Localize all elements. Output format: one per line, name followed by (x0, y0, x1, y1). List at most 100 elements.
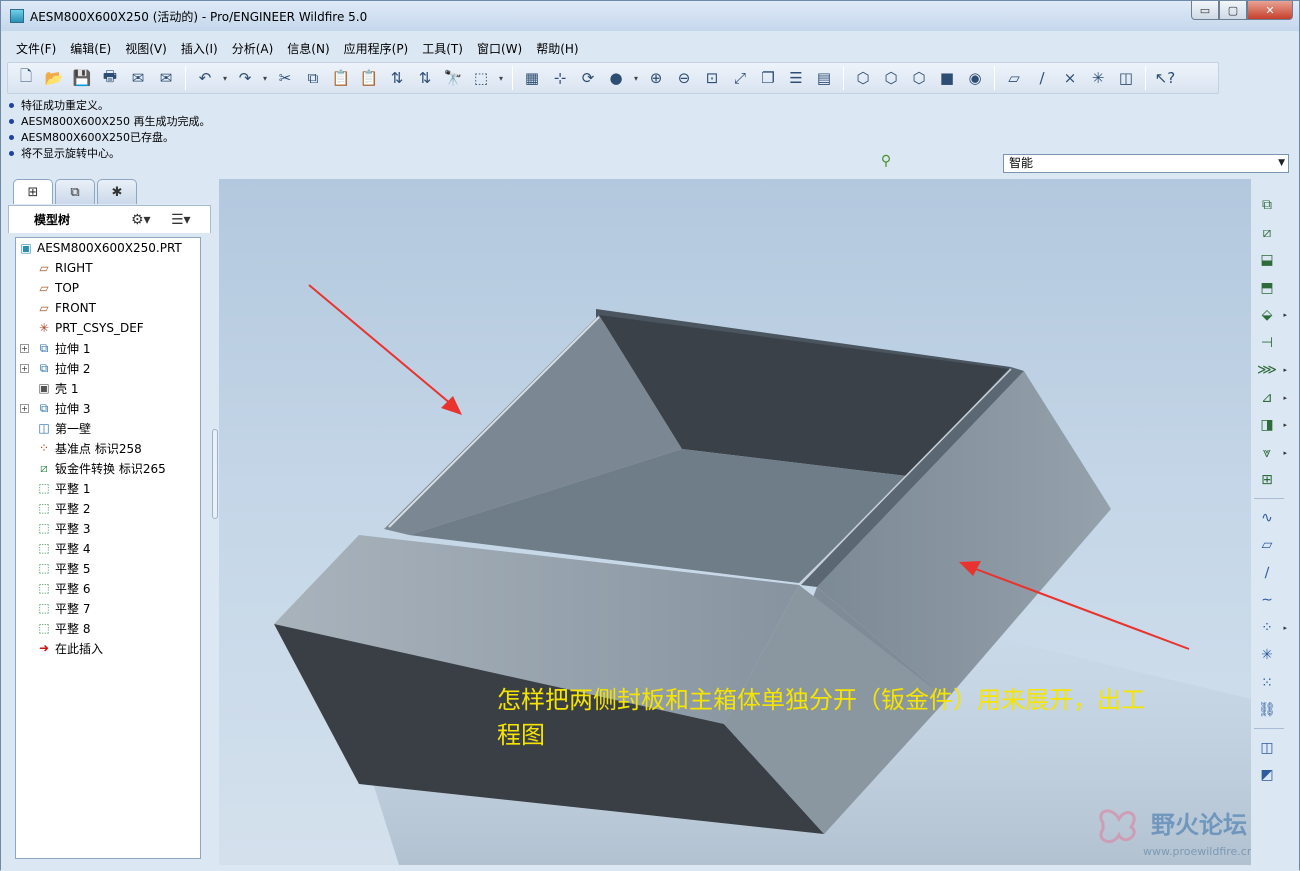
repaint-icon[interactable]: ▦ (519, 65, 545, 91)
saved-views-icon[interactable]: ❐ (755, 65, 781, 91)
select-box-icon[interactable]: ⬚ (468, 65, 494, 91)
send-mail-icon[interactable]: ✉ (125, 65, 151, 91)
tree-item[interactable]: ⁘ 基准点 标识258 (36, 438, 142, 458)
note-icon[interactable]: ◩ (1255, 763, 1279, 787)
panel-splitter[interactable] (211, 179, 219, 865)
csys-display-icon[interactable]: ✳ (1085, 65, 1111, 91)
cut-icon[interactable]: ✂ (272, 65, 298, 91)
refit-icon[interactable]: ⊡ (699, 65, 725, 91)
tree-item[interactable]: ◫ 第一壁 (36, 418, 91, 438)
tree-item[interactable]: ⬚ 平整 3 (36, 518, 90, 538)
tree-item[interactable]: ⬚ 平整 6 (36, 578, 90, 598)
menu-insert[interactable]: 插入(I) (174, 40, 225, 57)
tree-item[interactable]: ▱ FRONT (36, 298, 96, 318)
chevron-right-icon[interactable]: ▸ (1283, 449, 1287, 457)
shading-icon[interactable]: ■ (934, 65, 960, 91)
zoom-out-icon[interactable]: ⊖ (671, 65, 697, 91)
reorient-icon[interactable]: ⤢ (727, 65, 753, 91)
regenerate-icon[interactable]: ⇅ (384, 65, 410, 91)
regen-manager-icon[interactable]: ⇅ (412, 65, 438, 91)
expand-icon[interactable]: + (20, 403, 29, 413)
orient-mode-icon[interactable]: ⟳ (575, 65, 601, 91)
annotation-icon[interactable]: ◫ (1255, 736, 1279, 760)
chevron-right-icon[interactable]: ▸ (1283, 394, 1287, 402)
menu-applications[interactable]: 应用程序(P) (337, 40, 416, 57)
datum-curve-icon[interactable]: ∼ (1255, 588, 1279, 612)
save-icon[interactable]: 💾 (69, 65, 95, 91)
chevron-down-icon[interactable]: ▾ (631, 65, 641, 91)
chevron-right-icon[interactable]: ▸ (1283, 366, 1287, 374)
paste-icon[interactable]: 📋 (328, 65, 354, 91)
menu-help[interactable]: 帮助(H) (529, 40, 585, 57)
bend-icon[interactable]: ⋙ ▸ (1255, 358, 1287, 382)
tree-item[interactable]: + ⧉ 拉伸 2 (20, 358, 90, 378)
context-help-icon[interactable]: ↖? (1152, 65, 1178, 91)
tree-item[interactable]: ⬚ 平整 8 (36, 618, 90, 638)
maximize-button[interactable]: ▢ (1219, 1, 1247, 20)
chevron-right-icon[interactable]: ▸ (1283, 421, 1287, 429)
close-button[interactable]: ✕ (1247, 1, 1293, 20)
menu-edit[interactable]: 编辑(E) (63, 40, 118, 57)
flat-wall-icon[interactable]: ⬒ (1255, 276, 1279, 300)
splitter-handle[interactable] (212, 429, 218, 519)
minimize-button[interactable]: ▭ (1191, 1, 1219, 20)
find-icon[interactable]: 🔭 (440, 65, 466, 91)
paste-special-icon[interactable]: 📋 (356, 65, 382, 91)
redo-icon[interactable]: ↷ (232, 65, 258, 91)
tree-root-item[interactable]: ▣ AESM800X600X250.PRT (18, 238, 181, 258)
datum-point-icon[interactable]: ⁘ ▸ (1255, 616, 1287, 640)
tree-item[interactable]: ▱ RIGHT (36, 258, 92, 278)
settings-icon[interactable]: ⚙▾ (131, 212, 151, 228)
layers-icon[interactable]: ☰ (783, 65, 809, 91)
chevron-right-icon[interactable]: ▸ (1283, 311, 1287, 319)
no-hidden-icon[interactable]: ⬡ (906, 65, 932, 91)
menu-file[interactable]: 文件(F) (9, 40, 63, 57)
favorites-tab[interactable]: ✱ (97, 179, 137, 204)
show-menu-icon[interactable]: ☰▾ (171, 212, 191, 228)
cut-icon[interactable]: ⊣ (1255, 331, 1279, 355)
chevron-down-icon[interactable]: ▾ (260, 65, 270, 91)
convert-icon[interactable]: ⧉ (1255, 193, 1279, 217)
wall-icon[interactable]: ⧄ (1255, 221, 1279, 245)
folder-browser-tab[interactable]: ⧉ (55, 179, 95, 204)
hidden-line-icon[interactable]: ⬡ (878, 65, 904, 91)
annotation-display-icon[interactable]: ◫ (1113, 65, 1139, 91)
datum-axis-icon[interactable]: ∕ (1255, 561, 1279, 585)
chevron-right-icon[interactable]: ▸ (1283, 624, 1287, 632)
csys-icon[interactable]: ✳ (1255, 643, 1279, 667)
print-icon[interactable]: 🖶 (97, 65, 123, 91)
tree-item[interactable]: + ⧉ 拉伸 1 (20, 338, 90, 358)
tree-item[interactable]: + ⧉ 拉伸 3 (20, 398, 90, 418)
model-tree-tab[interactable]: ⊞ (13, 179, 53, 204)
datum-axis-display-icon[interactable]: ∕ (1029, 65, 1055, 91)
flange-icon[interactable]: ⬓ (1255, 248, 1279, 272)
chevron-down-icon[interactable]: ▾ (220, 65, 230, 91)
analysis-icon[interactable]: ⁙ (1255, 671, 1279, 695)
enhanced-realism-icon[interactable]: ◉ (962, 65, 988, 91)
tree-item[interactable]: ⧄ 钣金件转换 标识265 (36, 458, 166, 478)
edge-bend-icon[interactable]: ⊿ ▸ (1255, 386, 1287, 410)
tree-item[interactable]: ➜ 在此插入 (36, 638, 103, 658)
appearance-icon[interactable]: ● (603, 65, 629, 91)
wireframe-icon[interactable]: ⬡ (850, 65, 876, 91)
tree-item[interactable]: ⬚ 平整 4 (36, 538, 90, 558)
graphics-window[interactable]: 怎样把两侧封板和主箱体单独分开（钣金件）用来展开，出工 程图 野火论坛 www.… (219, 179, 1251, 865)
sketch-icon[interactable]: ∿ (1255, 506, 1279, 530)
unbend-icon[interactable]: ⩔ ▸ (1255, 441, 1287, 465)
form-icon[interactable]: ◨ ▸ (1255, 413, 1287, 437)
datum-point-display-icon[interactable]: × (1057, 65, 1083, 91)
datum-plane-icon[interactable]: ▱ (1255, 533, 1279, 557)
view-manager-icon[interactable]: ▤ (811, 65, 837, 91)
mail-attachment-icon[interactable]: ✉ (153, 65, 179, 91)
new-file-icon[interactable]: 🗋 (13, 65, 39, 91)
tree-item[interactable]: ⬚ 平整 2 (36, 498, 90, 518)
tree-item[interactable]: ⬚ 平整 5 (36, 558, 90, 578)
tree-item[interactable]: ⬚ 平整 7 (36, 598, 90, 618)
flat-pattern-icon[interactable]: ⊞ (1255, 468, 1279, 492)
spin-center-icon[interactable]: ⊹ (547, 65, 573, 91)
menu-window[interactable]: 窗口(W) (470, 40, 529, 57)
tree-item[interactable]: ▣ 壳 1 (36, 378, 78, 398)
menu-analysis[interactable]: 分析(A) (225, 40, 281, 57)
chevron-down-icon[interactable]: ▾ (496, 65, 506, 91)
undo-icon[interactable]: ↶ (192, 65, 218, 91)
